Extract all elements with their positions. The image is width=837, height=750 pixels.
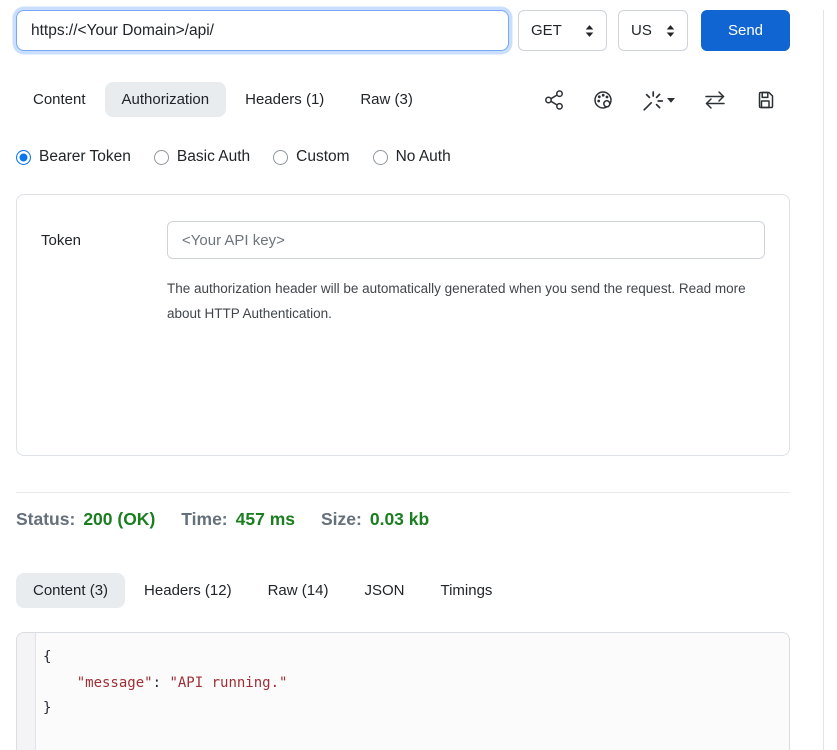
magic-wand-icon[interactable] bbox=[641, 89, 676, 111]
updown-arrows-icon bbox=[666, 24, 675, 38]
code-gutter bbox=[17, 633, 36, 750]
tab-raw[interactable]: Raw (3) bbox=[343, 82, 430, 117]
auth-option-custom[interactable]: Custom bbox=[273, 148, 349, 166]
method-select[interactable]: GET bbox=[518, 10, 607, 51]
response-json-text: { "message": "API running." } bbox=[17, 633, 789, 732]
send-button[interactable]: Send bbox=[701, 10, 790, 51]
auth-option-label: Custom bbox=[296, 148, 349, 166]
json-indent bbox=[43, 675, 77, 691]
response-time: Time: 457 ms bbox=[181, 509, 295, 530]
tab-response-headers[interactable]: Headers (12) bbox=[127, 573, 249, 608]
bearer-token-panel: Token The authorization header will be a… bbox=[16, 194, 790, 456]
caret-down-icon bbox=[666, 95, 676, 105]
time-value: 457 ms bbox=[236, 509, 295, 530]
auth-option-no-auth[interactable]: No Auth bbox=[373, 148, 451, 166]
updown-arrows-icon bbox=[585, 24, 594, 38]
tab-response-json[interactable]: JSON bbox=[347, 573, 421, 608]
json-value: "API running." bbox=[169, 675, 287, 691]
token-label: Token bbox=[41, 232, 167, 249]
response-tabs: Content (3) Headers (12) Raw (14) JSON T… bbox=[16, 573, 790, 608]
response-size: Size: 0.03 kb bbox=[321, 509, 429, 530]
json-open-brace: { bbox=[43, 649, 51, 665]
auth-help-text: The authorization header will be automat… bbox=[167, 276, 753, 326]
region-select-value: US bbox=[631, 22, 652, 39]
status-value: 200 (OK) bbox=[83, 509, 155, 530]
time-label: Time: bbox=[181, 509, 227, 530]
size-label: Size: bbox=[321, 509, 362, 530]
palette-icon[interactable] bbox=[592, 89, 614, 111]
auth-option-bearer-token[interactable]: Bearer Token bbox=[16, 148, 131, 166]
save-icon[interactable] bbox=[754, 89, 776, 111]
method-select-value: GET bbox=[531, 22, 562, 39]
tab-response-raw[interactable]: Raw (14) bbox=[251, 573, 346, 608]
tab-headers[interactable]: Headers (1) bbox=[228, 82, 341, 117]
token-input[interactable] bbox=[167, 221, 765, 259]
tab-response-timings[interactable]: Timings bbox=[423, 573, 509, 608]
json-close-brace: } bbox=[43, 700, 51, 716]
section-divider bbox=[16, 492, 790, 493]
status-code: Status: 200 (OK) bbox=[16, 509, 155, 530]
swap-arrows-icon[interactable] bbox=[703, 89, 727, 111]
app-window: GET US Send Content Authorization Header… bbox=[0, 10, 837, 750]
url-input[interactable] bbox=[16, 10, 509, 51]
request-bar: GET US Send bbox=[16, 10, 790, 51]
auth-radio-dot[interactable] bbox=[273, 150, 288, 165]
request-tabs: Content Authorization Headers (1) Raw (3… bbox=[16, 82, 790, 117]
auth-type-options: Bearer Token Basic Auth Custom No Auth bbox=[16, 148, 790, 166]
auth-radio-dot[interactable] bbox=[16, 150, 31, 165]
toolbar bbox=[543, 89, 790, 111]
tab-authorization[interactable]: Authorization bbox=[105, 82, 227, 117]
auth-option-label: Basic Auth bbox=[177, 148, 250, 166]
json-key: "message" bbox=[77, 675, 153, 691]
json-colon: : bbox=[153, 675, 170, 691]
auth-radio-dot[interactable] bbox=[373, 150, 388, 165]
response-status-bar: Status: 200 (OK) Time: 457 ms Size: 0.03… bbox=[16, 509, 790, 530]
tab-response-content[interactable]: Content (3) bbox=[16, 573, 125, 608]
auth-option-label: No Auth bbox=[396, 148, 451, 166]
share-icon[interactable] bbox=[543, 89, 565, 111]
scrollbar[interactable] bbox=[823, 10, 824, 750]
status-label: Status: bbox=[16, 509, 75, 530]
tab-content[interactable]: Content bbox=[16, 82, 103, 117]
response-body-viewer[interactable]: { "message": "API running." } bbox=[16, 632, 790, 750]
auth-option-basic-auth[interactable]: Basic Auth bbox=[154, 148, 250, 166]
auth-radio-dot[interactable] bbox=[154, 150, 169, 165]
auth-option-label: Bearer Token bbox=[39, 148, 131, 166]
size-value: 0.03 kb bbox=[370, 509, 429, 530]
region-select[interactable]: US bbox=[618, 10, 688, 51]
